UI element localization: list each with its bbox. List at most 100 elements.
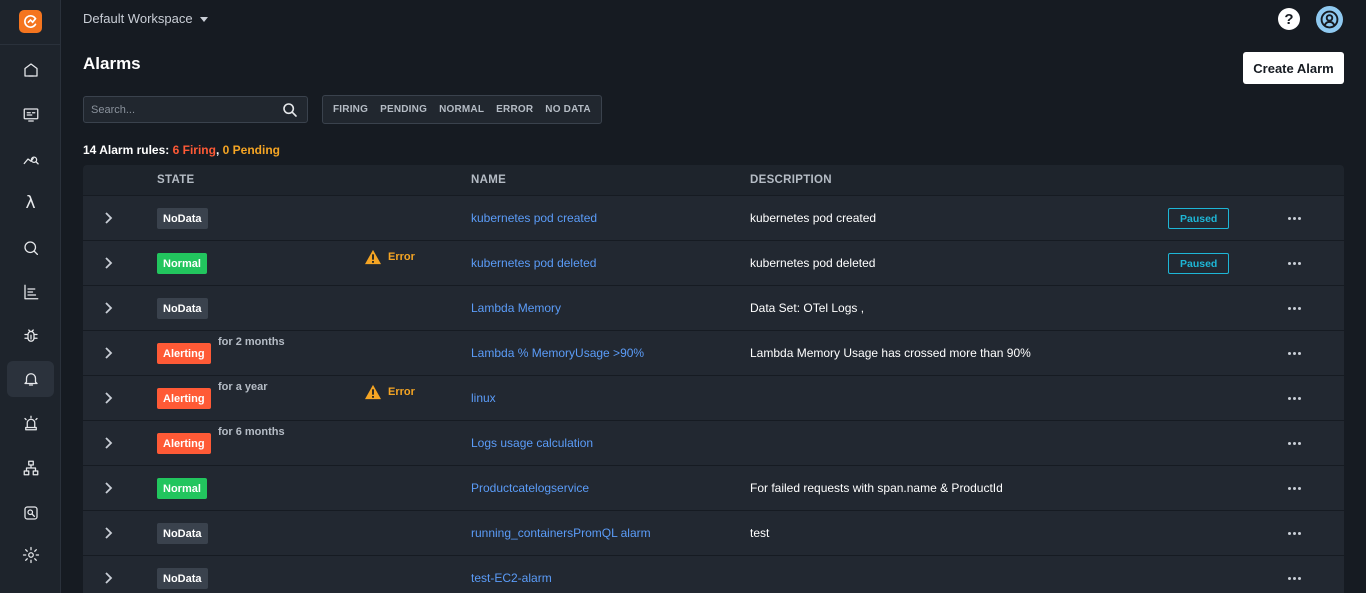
state-badge: Normal [157,478,207,499]
expand-row-button[interactable] [103,571,113,585]
expand-row-button[interactable] [103,256,113,270]
state-badge: NoData [157,298,208,319]
alarm-name-link[interactable]: Logs usage calculation [471,436,593,450]
search-box [83,96,308,123]
chevron-right-icon [105,392,113,404]
table-row[interactable]: NoData kubernetes pod created kubernetes p… [83,195,1344,240]
alarm-summary: 14 Alarm rules: 6 Firing, 0 Pending [83,143,280,157]
table-row[interactable]: Alerting for 2 months Lambda % MemoryUsage… [83,330,1344,375]
alarm-description: Lambda Memory Usage has crossed more tha… [750,346,1031,360]
search-icon [23,241,38,256]
more-actions-button[interactable] [1285,569,1303,587]
siren-icon [23,415,38,431]
more-actions-button[interactable] [1285,344,1303,362]
table-row[interactable]: NoData running_containersPromQL alarm test [83,510,1344,555]
filter-no-data[interactable]: NO DATA [539,104,596,115]
alarms-table: STATE NAME DESCRIPTION NoData kubernetes … [83,165,1344,593]
filter-error[interactable]: ERROR [490,104,539,115]
alarm-name-link[interactable]: kubernetes pod created [471,211,597,225]
summary-separator: , [215,143,220,157]
column-state: STATE [157,174,195,186]
filter-pending[interactable]: PENDING [374,104,433,115]
more-actions-button[interactable] [1285,524,1303,542]
page-title: Alarms [83,54,141,73]
lambda-icon: λ [25,193,36,213]
nav-synthetics[interactable] [7,495,54,531]
logs-icon [23,284,38,300]
filter-normal[interactable]: NORMAL [433,104,490,115]
workspace-selector[interactable]: Default Workspace [83,11,208,26]
bell-icon [23,373,38,386]
nav-dashboards[interactable] [7,97,54,133]
avatar[interactable] [1316,6,1343,33]
error-indicator: Error [364,384,415,400]
alarm-name-link[interactable]: test-EC2-alarm [471,571,552,585]
state-badge: NoData [157,568,208,589]
state-badge: Alerting [157,433,211,454]
expand-row-button[interactable] [103,481,113,495]
help-icon[interactable]: ? [1278,8,1300,30]
expand-row-button[interactable] [103,346,113,360]
nav-alarms[interactable] [7,361,54,397]
paused-badge: Paused [1168,208,1230,229]
alarm-name-link[interactable]: kubernetes pod deleted [471,256,596,270]
sidebar-divider [0,44,61,45]
alarm-name-link[interactable]: Productcatelogservice [471,481,589,495]
expand-row-button[interactable] [103,391,113,405]
nav-incidents[interactable] [7,405,54,441]
table-row[interactable]: NoData Lambda Memory Data Set: OTel Logs , [83,285,1344,330]
alarm-description: Data Set: OTel Logs , [750,301,865,315]
bug-icon [23,329,38,342]
home-icon [23,63,38,77]
explore-icon [23,156,39,165]
table-row[interactable]: Alerting for a year Error linux [83,375,1344,420]
alarm-name-link[interactable]: Lambda Memory [471,301,561,315]
more-actions-button[interactable] [1285,254,1303,272]
more-actions-button[interactable] [1285,479,1303,497]
alarm-description: test [750,526,770,540]
firing-count: 6 Firing [172,143,216,157]
expand-row-button[interactable] [103,301,113,315]
more-actions-button[interactable] [1285,209,1303,227]
more-actions-button[interactable] [1285,389,1303,407]
nav-logs[interactable] [7,274,54,310]
state-badge: NoData [157,208,208,229]
chevron-right-icon [105,572,113,584]
paused-badge: Paused [1168,253,1230,274]
more-actions-button[interactable] [1285,299,1303,317]
alarm-name-link[interactable]: running_containersPromQL alarm [471,526,651,540]
search-icon[interactable] [282,102,298,118]
state-badge: Alerting [157,343,211,364]
create-alarm-button[interactable]: Create Alarm [1243,52,1344,84]
nav-search[interactable] [7,230,54,266]
table-row[interactable]: Alerting for 6 months Logs usage calculati… [83,420,1344,465]
synthetics-icon [23,506,38,520]
table-row[interactable]: Normal Productcatelogservice For failed re… [83,465,1344,510]
dashboard-icon [23,108,38,122]
more-actions-button[interactable] [1285,434,1303,452]
warning-icon [365,384,381,400]
alarm-name-link[interactable]: Lambda % MemoryUsage >90% [471,346,644,360]
expand-row-button[interactable] [103,436,113,450]
alarm-name-link[interactable]: linux [471,391,496,405]
nav-lambda[interactable]: λ [7,185,54,221]
summary-prefix: 14 Alarm rules: [83,143,170,157]
expand-row-button[interactable] [103,526,113,540]
chevron-right-icon [105,347,113,359]
chevron-right-icon [105,482,113,494]
nav-explore[interactable] [7,141,54,177]
alarm-description: kubernetes pod deleted [750,256,876,270]
nav-home[interactable] [7,52,54,88]
nav-bugs[interactable] [7,318,54,354]
expand-row-button[interactable] [103,211,113,225]
table-row[interactable]: NoData test-EC2-alarm [83,555,1344,593]
nav-settings[interactable] [7,537,54,573]
logo-icon[interactable] [19,10,42,33]
table-row[interactable]: Normal Error kubernetes pod deleted kuberne… [83,240,1344,285]
search-input[interactable] [91,97,276,122]
state-duration: for a year [218,381,268,393]
table-header: STATE NAME DESCRIPTION [83,165,1344,195]
chevron-right-icon [105,212,113,224]
nav-service-map[interactable] [7,450,54,486]
filter-firing[interactable]: FIRING [327,104,374,115]
